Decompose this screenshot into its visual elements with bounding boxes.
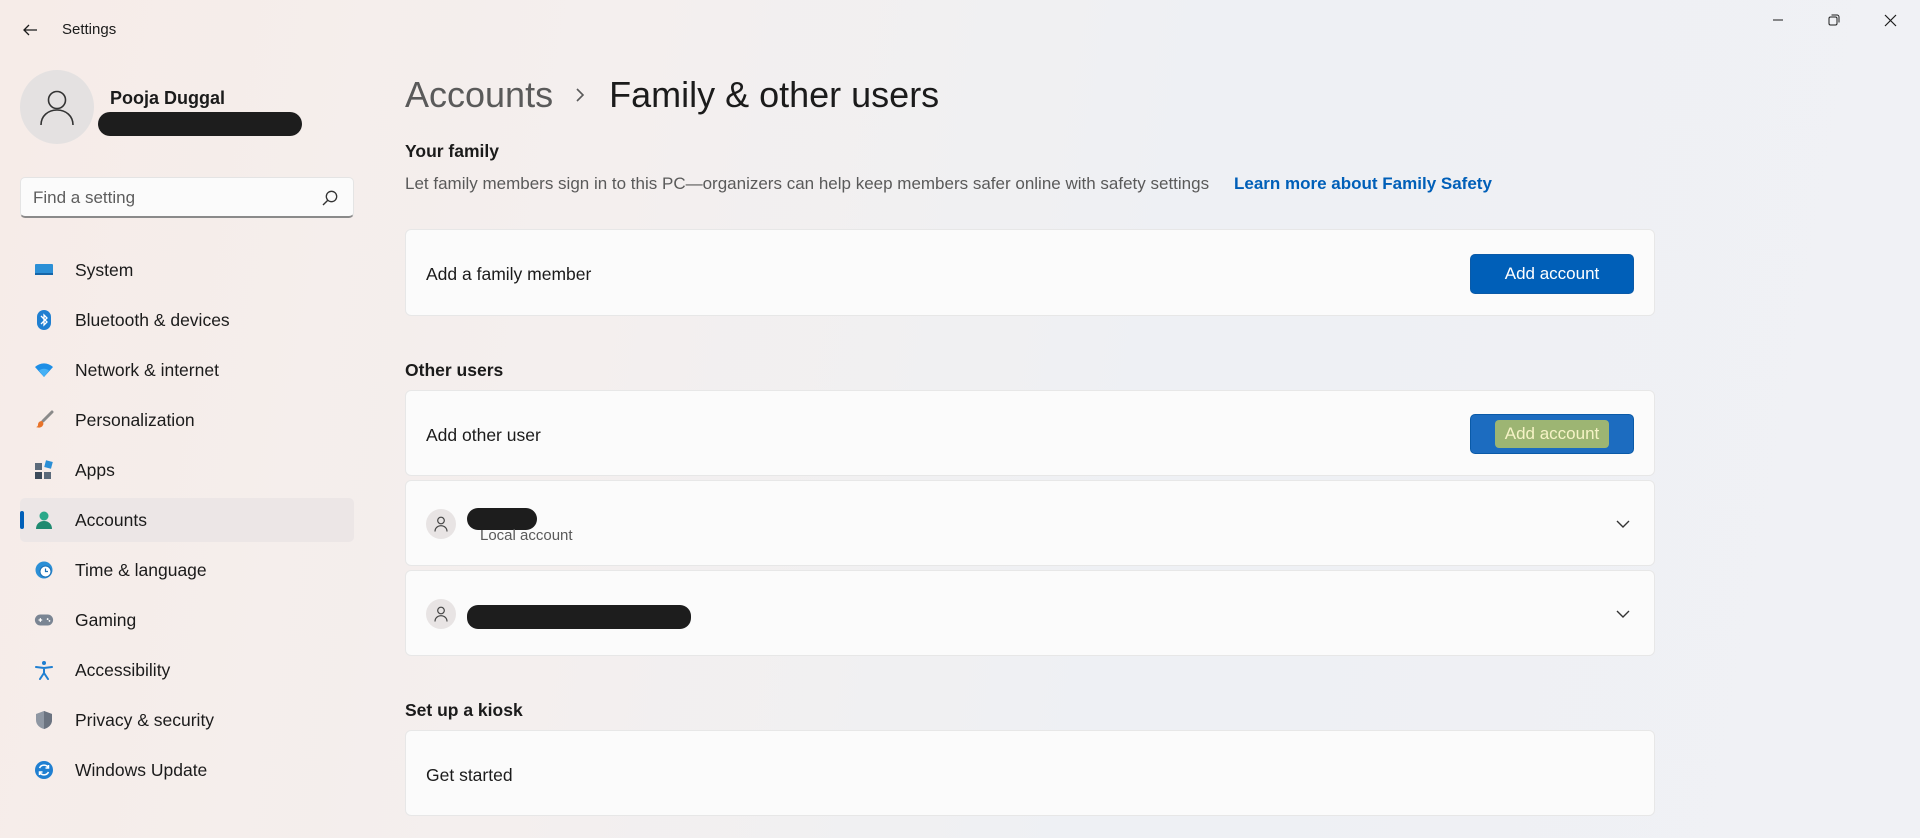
add-family-account-button[interactable]: Add account — [1470, 254, 1634, 294]
sidebar-item-label: Accounts — [75, 509, 147, 530]
sidebar-item-system[interactable]: System — [20, 248, 354, 292]
monitor-icon — [34, 260, 54, 280]
refresh-icon — [34, 760, 54, 780]
globe-clock-icon — [34, 560, 54, 580]
avatar — [20, 70, 94, 144]
user-row-1[interactable]: Local account — [405, 480, 1655, 566]
brush-icon — [34, 410, 54, 430]
apps-icon — [34, 460, 54, 480]
sidebar-item-accessibility[interactable]: Accessibility — [20, 648, 354, 692]
add-family-member-card: Add a family member Add account — [405, 229, 1655, 316]
sidebar-item-label: Accessibility — [75, 659, 171, 680]
section-title-kiosk: Set up a kiosk — [405, 700, 523, 720]
sidebar-item-label: Privacy & security — [75, 709, 215, 730]
button-label: Add account — [1504, 264, 1600, 283]
section-title-your-family: Your family — [405, 141, 500, 161]
close-icon — [1884, 14, 1896, 26]
section-title-other-users: Other users — [405, 360, 504, 380]
profile-card[interactable]: Pooja Duggal — [20, 70, 360, 146]
kiosk-card[interactable]: Get started — [405, 730, 1655, 816]
bluetooth-icon — [34, 310, 54, 330]
add-family-member-label: Add a family member — [426, 264, 592, 284]
sidebar-item-label: Time & language — [75, 559, 207, 580]
sidebar-item-label: Bluetooth & devices — [75, 309, 230, 330]
family-safety-link[interactable]: Learn more about Family Safety — [1234, 174, 1492, 194]
account-type-label: Local account — [480, 527, 573, 544]
back-arrow-icon — [23, 24, 37, 36]
user-row-2[interactable] — [405, 570, 1655, 656]
app-title: Settings — [62, 21, 117, 38]
person-icon — [434, 516, 448, 532]
gamepad-icon — [34, 610, 54, 630]
sidebar-item-label: Windows Update — [75, 759, 208, 780]
title-bar: Settings — [0, 0, 1920, 60]
chevron-right-icon — [576, 88, 585, 102]
get-started-label: Get started — [426, 765, 513, 785]
person-icon — [434, 606, 448, 622]
page-title: Family & other users — [609, 74, 940, 115]
sidebar-item-windows-update[interactable]: Windows Update — [20, 748, 354, 792]
redacted-username — [467, 605, 691, 629]
restore-icon — [1828, 14, 1840, 26]
sidebar-item-label: Personalization — [75, 409, 195, 430]
add-other-user-card: Add other user Add account — [405, 390, 1655, 476]
sidebar-item-personalization[interactable]: Personalization — [20, 398, 354, 442]
restore-button[interactable] — [1806, 0, 1862, 40]
chevron-down-icon[interactable] — [1614, 515, 1632, 533]
sidebar-item-label: Gaming — [75, 609, 137, 630]
sidebar-item-accounts[interactable]: Accounts — [20, 498, 354, 542]
sidebar-item-time-language[interactable]: Time & language — [20, 548, 354, 592]
sidebar-item-label: Apps — [75, 459, 115, 480]
sidebar-item-network[interactable]: Network & internet — [20, 348, 354, 392]
wifi-icon — [34, 360, 54, 380]
close-button[interactable] — [1862, 0, 1918, 40]
sidebar-item-gaming[interactable]: Gaming — [20, 598, 354, 642]
add-other-account-button[interactable]: Add account — [1470, 414, 1634, 454]
sidebar-item-apps[interactable]: Apps — [20, 448, 354, 492]
avatar — [426, 599, 456, 629]
breadcrumb: Accounts Family & other users — [405, 72, 939, 118]
family-description: Let family members sign in to this PC—or… — [405, 174, 1210, 193]
sidebar-item-label: Network & internet — [75, 359, 219, 380]
add-other-user-label: Add other user — [426, 425, 541, 445]
minimize-button[interactable] — [1750, 0, 1806, 40]
button-label: Add account — [1494, 420, 1610, 448]
search-input[interactable] — [33, 186, 313, 210]
person-icon — [34, 510, 54, 530]
user-name: Pooja Duggal — [110, 88, 226, 108]
avatar — [426, 509, 456, 539]
accessibility-icon — [34, 660, 54, 680]
person-avatar-icon — [40, 90, 74, 126]
sidebar-item-privacy-security[interactable]: Privacy & security — [20, 698, 354, 742]
search-icon[interactable] — [321, 189, 339, 207]
sidebar-nav: System Bluetooth & devices Network & int… — [20, 248, 354, 798]
chevron-down-icon[interactable] — [1614, 605, 1632, 623]
shield-icon — [34, 710, 54, 730]
redacted-email — [98, 112, 302, 136]
sidebar-item-bluetooth[interactable]: Bluetooth & devices — [20, 298, 354, 342]
search-box[interactable] — [20, 177, 354, 218]
sidebar-item-label: System — [75, 259, 134, 280]
back-button[interactable] — [14, 14, 46, 46]
minimize-icon — [1773, 19, 1783, 21]
breadcrumb-parent[interactable]: Accounts — [405, 74, 553, 116]
